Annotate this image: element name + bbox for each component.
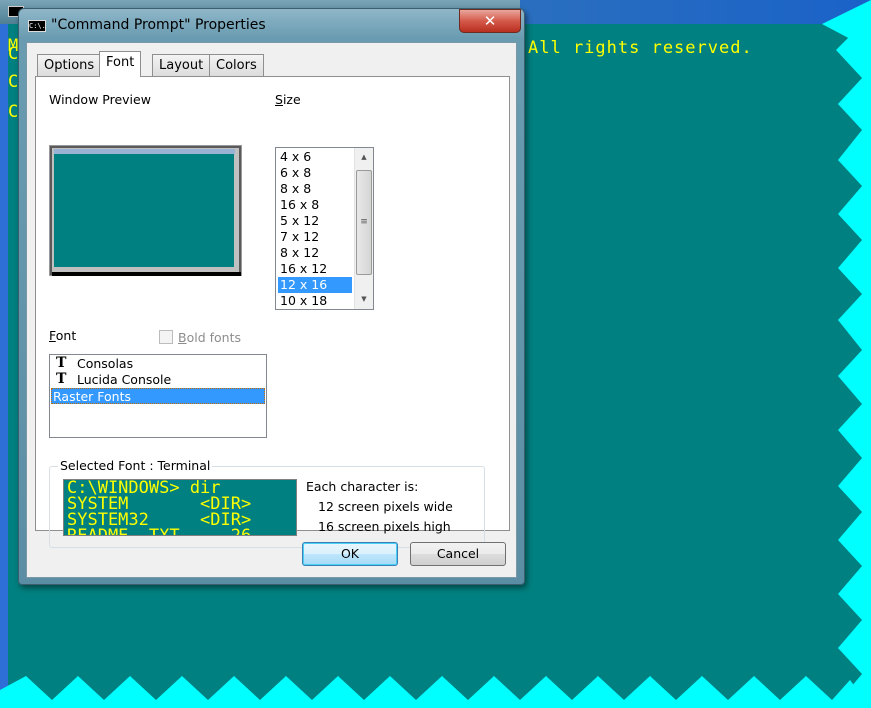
- console-copyright-text: All rights reserved.: [528, 38, 753, 58]
- font-label: Font: [49, 328, 76, 343]
- preview-window-frame: [52, 148, 239, 272]
- scroll-up-arrow-icon[interactable]: ▲: [355, 149, 373, 166]
- dialog-title: "Command Prompt" Properties: [51, 17, 266, 33]
- size-option[interactable]: 7 x 12: [278, 229, 352, 245]
- size-scrollbar[interactable]: ▲ ≡ ▼: [354, 148, 373, 309]
- bold-label-accesskey: B: [178, 330, 187, 345]
- font-option-label: Lucida Console: [77, 372, 172, 387]
- dialog-client-area: Options Font Layout Colors Window Previe…: [26, 42, 517, 578]
- char-info-heading: Each character is:: [306, 479, 419, 494]
- truetype-font-icon: T: [56, 355, 67, 371]
- console-text-char: C: [8, 102, 19, 122]
- font-option-selected[interactable]: Raster Fonts: [51, 388, 265, 404]
- scroll-down-arrow-icon[interactable]: ▼: [355, 291, 373, 308]
- char-width-text: 12 screen pixels wide: [318, 499, 453, 514]
- size-label-text: ize: [282, 92, 301, 107]
- tab-options[interactable]: Options: [37, 54, 102, 76]
- size-option[interactable]: 6 x 8: [278, 165, 352, 181]
- font-option-label: Consolas: [77, 356, 134, 371]
- font-tab-panel: Window Preview Size 4 x 6 6 x 8 8 x 8 16…: [35, 76, 510, 548]
- scrollbar-thumb[interactable]: ≡: [356, 170, 372, 275]
- size-option[interactable]: 4 x 6: [278, 149, 352, 165]
- window-preview: [49, 145, 242, 276]
- font-label-accesskey: F: [49, 328, 56, 343]
- font-option[interactable]: T Lucida Console: [51, 372, 265, 388]
- bold-fonts-checkbox[interactable]: [159, 330, 173, 344]
- size-option[interactable]: 5 x 12: [278, 213, 352, 229]
- preview-shadow: [52, 272, 241, 276]
- cancel-button[interactable]: Cancel: [410, 542, 506, 566]
- tab-layout[interactable]: Layout: [152, 54, 211, 76]
- sample-line: README TXT 26: [67, 526, 252, 536]
- selected-font-group: Selected Font : Terminal C:\WINDOWS> dir…: [49, 458, 485, 548]
- console-text-char: C: [8, 44, 19, 64]
- selected-font-legend: Selected Font : Terminal: [58, 458, 213, 473]
- ok-button[interactable]: OK: [302, 542, 398, 566]
- size-option[interactable]: 10 x 18: [278, 293, 352, 309]
- font-listbox[interactable]: T Consolas T Lucida Console Raster Fonts: [49, 354, 267, 438]
- bold-fonts-label[interactable]: Bold fonts: [178, 330, 241, 345]
- font-sample-preview: C:\WINDOWS> dir SYSTEM <DIR> SYSTEM32 <DIR…: [63, 479, 297, 536]
- command-prompt-icon: C:\.: [28, 20, 46, 32]
- font-option[interactable]: T Consolas: [51, 356, 265, 372]
- properties-dialog: C:\. "Command Prompt" Properties ✕ Optio…: [18, 8, 525, 585]
- size-label: Size: [275, 92, 301, 107]
- char-height-text: 16 screen pixels high: [318, 519, 451, 534]
- close-button[interactable]: ✕: [459, 9, 521, 33]
- font-option-label: Raster Fonts: [53, 389, 132, 404]
- size-option-selected[interactable]: 12 x 16: [278, 277, 352, 293]
- size-listbox[interactable]: 4 x 6 6 x 8 8 x 8 16 x 8 5 x 12 7 x 12 8…: [275, 147, 374, 310]
- size-label-accesskey: S: [275, 92, 283, 107]
- font-label-text: ont: [55, 328, 77, 343]
- bold-label-text: old fonts: [186, 330, 241, 345]
- console-left-border: [0, 24, 8, 708]
- size-option[interactable]: 16 x 12: [278, 261, 352, 277]
- size-option[interactable]: 8 x 12: [278, 245, 352, 261]
- console-text-char: C: [8, 72, 19, 92]
- size-option[interactable]: 8 x 8: [278, 181, 352, 197]
- truetype-font-icon: T: [56, 371, 67, 387]
- preview-screen-area: [54, 154, 234, 267]
- tab-font[interactable]: Font: [99, 51, 142, 77]
- tab-colors[interactable]: Colors: [209, 54, 264, 76]
- window-preview-label: Window Preview: [49, 92, 151, 107]
- size-option[interactable]: 16 x 8: [278, 197, 352, 213]
